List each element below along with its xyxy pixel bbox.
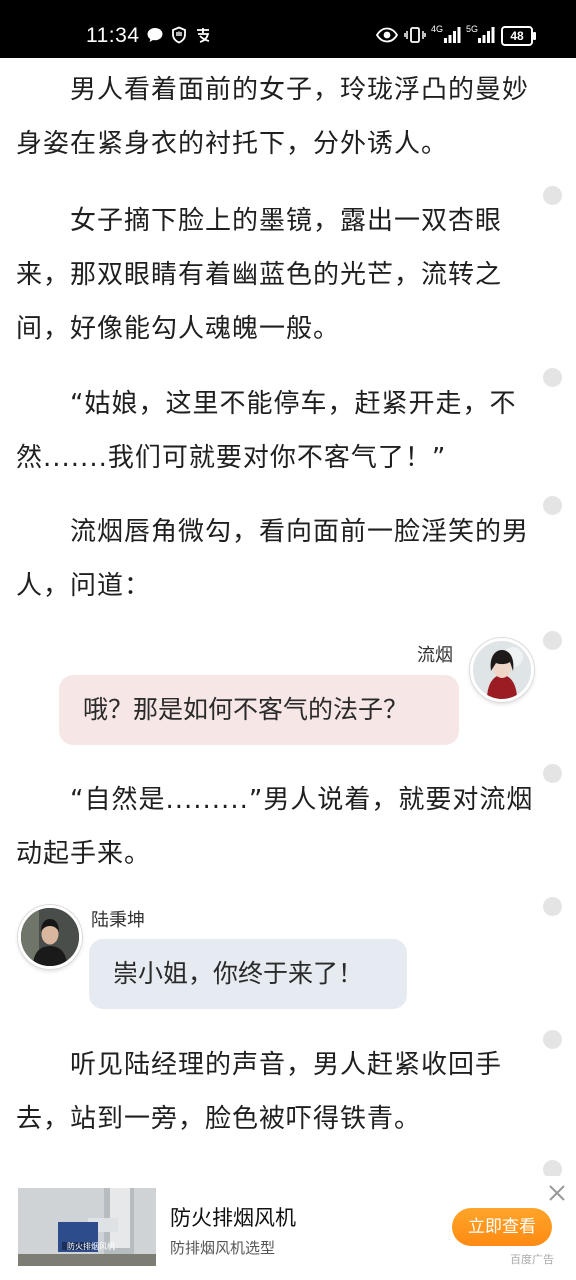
alipay-icon: [197, 28, 210, 43]
close-icon[interactable]: [546, 1182, 568, 1204]
speaker-avatar[interactable]: [470, 638, 534, 702]
ad-image[interactable]: 防火排烟风机: [18, 1188, 156, 1266]
story-paragraph: “姑娘，这里不能停车，赶紧开走，不然.......我们可就要对你不客气了！”: [16, 389, 517, 473]
speaker-name: 陆秉坤: [91, 910, 145, 931]
avatar-portrait-icon: [473, 641, 531, 699]
signal-icon: [444, 27, 461, 43]
paragraph-comment-dot[interactable]: [543, 897, 562, 916]
ad-view-button[interactable]: 立即查看: [452, 1208, 552, 1246]
shield-hand-icon: [172, 26, 186, 44]
eye-icon: [376, 27, 398, 43]
battery-icon: 48: [501, 26, 536, 46]
paragraph-comment-dot[interactable]: [543, 631, 562, 650]
ad-source-tag: 百度广告: [510, 1253, 554, 1266]
story-paragraph: “自然是.........”男人说着，就要对流烟动起手来。: [16, 785, 534, 869]
paragraph-comment-dot[interactable]: [543, 368, 562, 387]
story-paragraph: 流烟唇角微勾，看向面前一脸淫笑的男人，问道：: [16, 517, 530, 601]
vibrate-icon: [404, 27, 426, 43]
signal-icon: [478, 27, 495, 43]
ad-image-caption: 防火排烟风机: [67, 1242, 115, 1251]
message-icon: [147, 28, 163, 42]
paragraph-comment-dot[interactable]: [543, 186, 562, 205]
avatar-portrait-icon: [21, 908, 79, 966]
chat-bubble: 崇小姐，你终于来了！: [89, 939, 407, 1009]
ad-title[interactable]: 防火排烟风机: [170, 1202, 296, 1232]
status-bar: 11:34 4G 5G 48: [0, 0, 576, 58]
speaker-name: 流烟: [417, 645, 453, 666]
speaker-avatar[interactable]: [18, 905, 82, 969]
paragraph-comment-dot[interactable]: [543, 764, 562, 783]
story-paragraph: 听见陆经理的声音，男人赶紧收回手去，站到一旁，脸色被吓得铁青。: [16, 1050, 503, 1134]
ad-subtitle: 防排烟风机选型: [170, 1239, 276, 1257]
paragraph-comment-dot[interactable]: [543, 496, 562, 515]
story-paragraph: 男人看着面前的女子，玲珑浮凸的曼妙身姿在紧身衣的衬托下，分外诱人。: [16, 75, 530, 159]
network-type-1: 4G: [431, 24, 444, 34]
fan-machine-icon: [18, 1188, 156, 1266]
clock: 11:34: [86, 24, 140, 47]
story-paragraph: 女子摘下脸上的墨镜，露出一双杏眼来，那双眼睛有着幽蓝色的光芒，流转之间，好像能勾…: [16, 206, 503, 344]
paragraph-comment-dot[interactable]: [543, 1030, 562, 1049]
chat-bubble: 哦？那是如何不客气的法子？: [59, 675, 459, 745]
ad-banner[interactable]: 防火排烟风机 防火排烟风机 防排烟风机选型 立即查看 百度广告: [0, 1176, 576, 1280]
